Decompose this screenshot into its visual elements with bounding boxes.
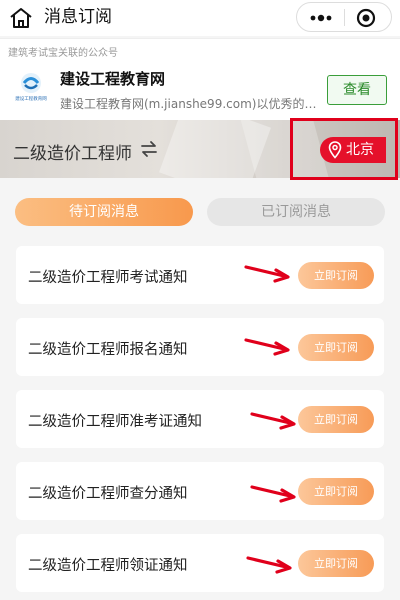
annotation-arrow-icon [244,265,290,283]
official-account-card: 建筑考试宝关联的公众号 建设工程教育网 建设工程教育网 建设工程教育网(m.ji… [0,38,400,120]
notice-label: 二级造价工程师准考证通知 [28,414,202,430]
capsule-divider [344,9,345,26]
notice-card: 二级造价工程师领证通知 立即订阅 [16,534,384,592]
location-pin-icon [328,141,342,159]
annotation-arrow-icon [244,338,290,356]
annotation-arrow-icon [250,485,296,503]
notice-label: 二级造价工程师查分通知 [28,486,188,502]
subscribe-button[interactable]: 立即订阅 [298,334,374,361]
subscribe-button[interactable]: 立即订阅 [298,406,374,433]
notice-card: 二级造价工程师查分通知 立即订阅 [16,462,384,520]
page-title: 消息订阅 [44,7,112,27]
view-account-button[interactable]: 查看 [327,75,387,105]
notice-label: 二级造价工程师领证通知 [28,558,188,574]
nav-bar: 消息订阅 [0,0,400,36]
city-selector[interactable]: 北京 [320,137,386,163]
official-account-name[interactable]: 建设工程教育网 [60,68,165,89]
notice-card: 二级造价工程师准考证通知 立即订阅 [16,390,384,448]
close-icon[interactable] [356,8,376,28]
mini-program-capsule [296,2,392,32]
official-account-logo: 建设工程教育网 [15,73,47,102]
notice-card: 二级造价工程师考试通知 立即订阅 [16,246,384,304]
subscribe-button[interactable]: 立即订阅 [298,478,374,505]
tab-pending[interactable]: 待订阅消息 [15,198,193,226]
notice-label: 二级造价工程师报名通知 [28,342,188,358]
notice-card: 二级造价工程师报名通知 立即订阅 [16,318,384,376]
more-icon[interactable] [307,11,335,25]
official-account-hint: 建筑考试宝关联的公众号 [8,48,118,59]
tab-subscribed[interactable]: 已订阅消息 [207,198,385,226]
annotation-arrow-icon [246,556,292,574]
city-name: 北京 [346,142,374,158]
exam-name[interactable]: 二级造价工程师 [13,139,132,164]
subscribe-button[interactable]: 立即订阅 [298,550,374,577]
notice-label: 二级造价工程师考试通知 [28,270,188,286]
swap-icon[interactable] [140,140,158,158]
annotation-arrow-icon [250,412,296,430]
official-account-description: 建设工程教育网(m.jianshe99.com)以优秀的… [60,97,317,111]
subscribe-button[interactable]: 立即订阅 [298,262,374,289]
svg-text:建设工程教育网: 建设工程教育网 [15,95,47,102]
home-icon[interactable] [8,6,34,30]
